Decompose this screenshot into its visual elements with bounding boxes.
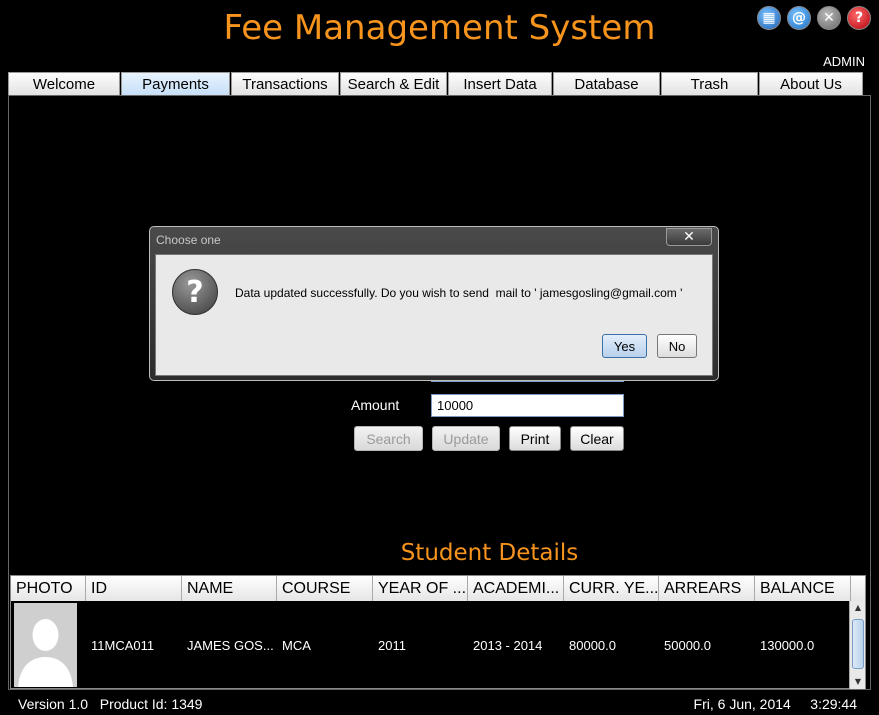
column-header[interactable]: YEAR OF ... — [373, 576, 468, 601]
column-header[interactable]: CURR. YE... — [564, 576, 659, 601]
scroll-up-icon[interactable]: ▲ — [850, 601, 866, 615]
update-button-label: Update — [443, 430, 489, 447]
tab-payments[interactable]: Payments — [121, 72, 230, 95]
tab-database[interactable]: Database — [553, 72, 660, 95]
dialog-close-icon[interactable]: ✕ — [666, 228, 712, 246]
user-label: ADMIN — [823, 54, 865, 69]
avatar — [14, 603, 77, 687]
apps-icon[interactable]: ▦ — [757, 6, 781, 30]
clear-button[interactable]: Clear — [570, 426, 624, 451]
column-header[interactable]: ID — [86, 576, 182, 601]
id-cell: 11MCA011 — [91, 637, 155, 653]
name-cell: JAMES GOS... — [187, 637, 274, 653]
top-icon-bar: ▦ @ ✕ ? — [757, 6, 871, 30]
search-button-label: Search — [366, 430, 411, 447]
dialog-message: Data updated successfully. Do you wish t… — [235, 286, 683, 300]
scroll-down-icon[interactable]: ▼ — [850, 675, 866, 689]
product-id-label: Product Id: 1349 — [99, 696, 203, 712]
update-button[interactable]: Update — [432, 426, 500, 451]
tab-search-edit[interactable]: Search & Edit — [340, 72, 447, 95]
search-button[interactable]: Search — [354, 426, 423, 451]
version-label: Version 1.0 — [18, 696, 89, 712]
year-cell: 2011 — [378, 637, 406, 653]
question-icon: ? — [172, 269, 218, 315]
no-button[interactable]: No — [657, 334, 697, 358]
yes-button[interactable]: Yes — [602, 334, 647, 358]
tab-label: Welcome — [32, 75, 96, 93]
dialog-title: Choose one — [156, 233, 221, 247]
amount-input[interactable]: 10000 — [431, 394, 624, 417]
current-year-fee-cell: 80000.0 — [569, 637, 616, 653]
status-left: Version 1.0 Product Id: 1349 — [18, 696, 202, 712]
column-header[interactable]: BALANCE — [755, 576, 851, 601]
tab-bar: Welcome Payments Transactions Search & E… — [8, 72, 864, 95]
confirm-dialog: Choose one ✕ ? Data updated successfully… — [149, 226, 719, 381]
tab-label: Insert Data — [463, 75, 537, 93]
status-right: Fri, 6 Jun, 2014 3:29:44 — [694, 696, 857, 712]
tab-transactions[interactable]: Transactions — [231, 72, 339, 95]
yes-button-label: Yes — [613, 338, 636, 354]
no-button-label: No — [668, 338, 686, 354]
clear-button-label: Clear — [580, 430, 614, 447]
tab-insert-data[interactable]: Insert Data — [448, 72, 552, 95]
time-label: 3:29:44 — [810, 696, 857, 712]
student-details-title: Student Details — [400, 540, 579, 566]
table-header: PHOTO ID NAME COURSE YEAR OF ... ACADEMI… — [11, 576, 865, 601]
status-bar: Version 1.0 Product Id: 1349 Fri, 6 Jun,… — [0, 692, 879, 715]
tab-label: Transactions — [242, 75, 328, 93]
amount-label: Amount — [351, 397, 400, 413]
scroll-thumb[interactable] — [852, 619, 864, 669]
arrears-cell: 50000.0 — [664, 637, 711, 653]
academic-year-cell: 2013 - 2014 — [473, 637, 543, 653]
date-label: Fri, 6 Jun, 2014 — [693, 696, 791, 712]
mail-icon[interactable]: @ — [787, 6, 811, 30]
person-silhouette-icon — [14, 603, 77, 687]
dialog-body: ? Data updated successfully. Do you wish… — [155, 254, 713, 376]
table-scrollbar[interactable]: ▲ ▼ — [849, 601, 865, 689]
tab-welcome[interactable]: Welcome — [8, 72, 120, 95]
help-icon[interactable]: ? — [847, 6, 871, 30]
table-row[interactable]: 11MCA011 JAMES GOS... MCA 2011 2013 - 20… — [11, 601, 865, 689]
balance-cell: 130000.0 — [760, 637, 815, 653]
course-cell: MCA — [282, 637, 311, 653]
column-header[interactable]: NAME — [182, 576, 277, 601]
student-details-table: PHOTO ID NAME COURSE YEAR OF ... ACADEMI… — [10, 575, 866, 689]
column-header[interactable]: PHOTO — [11, 576, 86, 601]
close-icon[interactable]: ✕ — [817, 6, 841, 30]
tab-about-us[interactable]: About Us — [759, 72, 863, 95]
print-button-label: Print — [520, 430, 550, 447]
tab-label: About Us — [780, 75, 842, 93]
print-button[interactable]: Print — [509, 426, 561, 451]
column-header[interactable]: COURSE — [277, 576, 373, 601]
tab-label: Database — [574, 75, 639, 93]
tab-trash[interactable]: Trash — [661, 72, 758, 95]
column-header[interactable]: ARREARS — [659, 576, 755, 601]
tab-label: Search & Edit — [347, 75, 440, 93]
tab-label: Payments — [142, 75, 209, 93]
photo-cell — [11, 603, 86, 687]
app-title: Fee Management System — [223, 8, 656, 48]
tab-label: Trash — [690, 75, 729, 93]
column-header[interactable]: ACADEMI... — [468, 576, 564, 601]
